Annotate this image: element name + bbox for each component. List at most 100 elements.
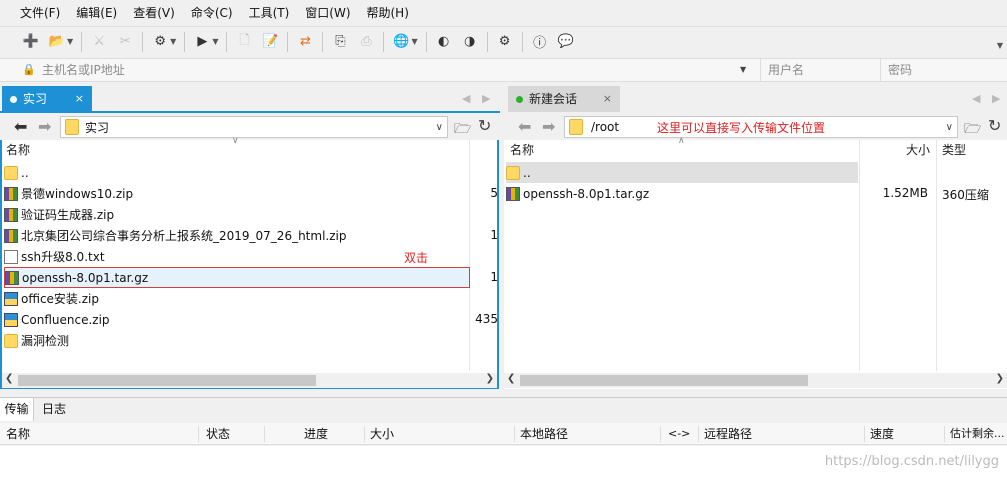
transfer-col-local-path[interactable]: 本地路径 xyxy=(520,423,568,445)
chevron-down-icon[interactable]: ∨ xyxy=(946,122,953,133)
disconnect-icon[interactable]: ✂ xyxy=(114,31,136,53)
menu-window[interactable]: 窗口(W) xyxy=(297,2,358,24)
copy-icon[interactable]: ⎘ xyxy=(329,31,351,53)
scroll-right-icon[interactable]: ❯ xyxy=(486,373,494,384)
tab-local[interactable]: 实习 × xyxy=(2,86,92,112)
tab-remote[interactable]: 新建会话 × xyxy=(508,86,620,112)
refresh-icon[interactable]: ↻ xyxy=(988,116,1001,135)
file-row[interactable]: ssh升级8.0.txt xyxy=(4,246,464,267)
file-row[interactable]: .. xyxy=(506,162,858,183)
host-input[interactable]: 主机名或IP地址 xyxy=(42,59,125,81)
transfer-col-speed[interactable]: 速度 xyxy=(870,423,894,445)
transfer-list[interactable]: https://blog.csdn.net/lilygg xyxy=(0,446,1007,480)
col-header-size[interactable]: 大小 xyxy=(906,140,930,160)
transfer-col-size[interactable]: 大小 xyxy=(370,423,394,445)
password-input[interactable]: 密码 xyxy=(888,59,912,81)
new-file-icon[interactable]: 🗋 xyxy=(233,31,255,53)
tab-scroll-right-icon[interactable]: ▶ xyxy=(992,92,1000,105)
col-header-name[interactable]: 名称 xyxy=(6,140,30,160)
transfer-col-eta[interactable]: 估计剩余... xyxy=(950,423,1005,445)
toolbar-overflow-icon[interactable]: ▼ xyxy=(997,41,1003,50)
properties-icon[interactable]: ⚙ xyxy=(149,31,171,53)
remote-path-input[interactable]: /root 这里可以直接写入传输文件位置 ∨ xyxy=(564,116,958,138)
forward-arrow-icon[interactable]: ➡ xyxy=(542,117,555,136)
chevron-down-icon[interactable]: ∨ xyxy=(436,122,443,133)
tab-log[interactable]: 日志 xyxy=(42,398,66,421)
folder-open-icon[interactable]: 🗁 xyxy=(454,118,471,142)
column-divider xyxy=(698,426,699,442)
refresh-icon[interactable]: ↻ xyxy=(478,116,491,135)
file-row[interactable]: openssh-8.0p1.tar.gz xyxy=(4,267,470,288)
transfer-col-progress[interactable]: 进度 xyxy=(304,423,328,445)
file-row[interactable]: office安装.zip xyxy=(4,288,464,309)
menu-view[interactable]: 查看(V) xyxy=(125,2,183,24)
open-folder-icon[interactable]: 📂 xyxy=(46,31,68,53)
menu-edit[interactable]: 编辑(E) xyxy=(68,2,125,24)
chevron-down-icon[interactable]: ▼ xyxy=(212,37,218,46)
chevron-down-icon[interactable]: ▼ xyxy=(67,37,73,46)
remote-file-panel[interactable]: 名称 ∧ 大小 类型 .. openssh-8.0p1.tar.gz 1.52MB 3… xyxy=(504,136,1007,389)
remote-nav-row: ⬅ ➡ /root 这里可以直接写入传输文件位置 ∨ 🗁 ↻ xyxy=(504,113,1007,141)
scrollbar-thumb[interactable] xyxy=(520,375,808,386)
menu-tools[interactable]: 工具(T) xyxy=(241,2,298,24)
local-path-input[interactable]: 实习 ∨ xyxy=(60,116,448,138)
close-icon[interactable]: × xyxy=(75,86,84,112)
host-dropdown-icon[interactable]: ▼ xyxy=(740,59,746,81)
transfer-col-name[interactable]: 名称 xyxy=(6,423,30,445)
xmanager-icon[interactable]: ◑ xyxy=(459,31,481,53)
connect-icon[interactable]: ⚔ xyxy=(88,31,110,53)
toolbar-divider xyxy=(322,31,324,52)
menu-file[interactable]: 文件(F) xyxy=(12,2,68,24)
transfer-col-status[interactable]: 状态 xyxy=(206,423,230,445)
file-size: 1.52MB xyxy=(882,186,928,200)
horizontal-scrollbar[interactable]: ❮ ❯ xyxy=(2,373,497,388)
chat-icon[interactable]: 💬 xyxy=(555,31,577,53)
file-name: .. xyxy=(21,165,29,180)
scroll-left-icon[interactable]: ❮ xyxy=(5,373,13,384)
local-file-panel[interactable]: 名称 ∨ .. 景德windows10.zip 5 验证码生成器.zip 北京集团公司综… xyxy=(0,136,499,389)
file-row[interactable]: Confluence.zip xyxy=(4,309,464,330)
col-header-type[interactable]: 类型 xyxy=(942,140,966,160)
horizontal-scrollbar[interactable]: ❮ ❯ xyxy=(504,373,1007,388)
back-arrow-icon[interactable]: ⬅ xyxy=(518,117,531,136)
transfer-icon[interactable]: ⇄ xyxy=(294,31,316,53)
file-row[interactable]: 北京集团公司综合事务分析上报系统_2019_07_26_html.zip xyxy=(4,225,464,246)
tab-scroll-left-icon[interactable]: ◀ xyxy=(972,92,980,105)
col-header-name[interactable]: 名称 xyxy=(510,140,534,160)
folder-open-icon[interactable]: 🗁 xyxy=(964,118,981,142)
back-arrow-icon[interactable]: ⬅ xyxy=(14,117,27,136)
chevron-down-icon[interactable]: ▼ xyxy=(411,37,417,46)
column-divider xyxy=(364,426,365,442)
file-row[interactable]: openssh-8.0p1.tar.gz xyxy=(506,183,856,204)
globe-icon[interactable]: 🌐 xyxy=(390,31,412,53)
toolbar-divider xyxy=(184,31,186,52)
file-row[interactable]: .. xyxy=(4,162,464,183)
tab-scroll-right-icon[interactable]: ▶ xyxy=(482,92,490,105)
forward-arrow-icon[interactable]: ➡ xyxy=(38,117,51,136)
tab-transfer[interactable]: 传输 xyxy=(0,398,34,421)
scroll-left-icon[interactable]: ❮ xyxy=(507,373,515,384)
close-icon[interactable]: × xyxy=(603,86,612,112)
archive-icon xyxy=(4,291,18,306)
file-row[interactable]: 漏洞检测 xyxy=(4,330,464,351)
xshell-icon[interactable]: ◐ xyxy=(433,31,455,53)
file-row[interactable]: 景德windows10.zip xyxy=(4,183,464,204)
tab-scroll-left-icon[interactable]: ◀ xyxy=(462,92,470,105)
transfer-col-direction[interactable]: <-> xyxy=(668,423,690,445)
terminal-icon[interactable]: ▶ xyxy=(191,31,213,53)
transfer-col-remote-path[interactable]: 远程路径 xyxy=(704,423,752,445)
file-size: 5 xyxy=(490,186,498,200)
scrollbar-thumb[interactable] xyxy=(18,375,316,386)
help-icon[interactable]: ⓘ xyxy=(529,31,551,53)
paste-icon[interactable]: ⎙ xyxy=(355,31,377,53)
chevron-down-icon[interactable]: ▼ xyxy=(170,37,176,46)
username-input[interactable]: 用户名 xyxy=(768,59,804,81)
menu-command[interactable]: 命令(C) xyxy=(183,2,241,24)
scroll-right-icon[interactable]: ❯ xyxy=(996,373,1004,384)
new-session-icon[interactable]: ➕ xyxy=(20,31,42,53)
edit-file-icon[interactable]: 📝 xyxy=(259,31,281,53)
menu-help[interactable]: 帮助(H) xyxy=(359,2,417,24)
settings-gear-icon[interactable]: ⚙ xyxy=(494,31,516,53)
toolbar-divider xyxy=(287,31,289,52)
file-row[interactable]: 验证码生成器.zip xyxy=(4,204,464,225)
